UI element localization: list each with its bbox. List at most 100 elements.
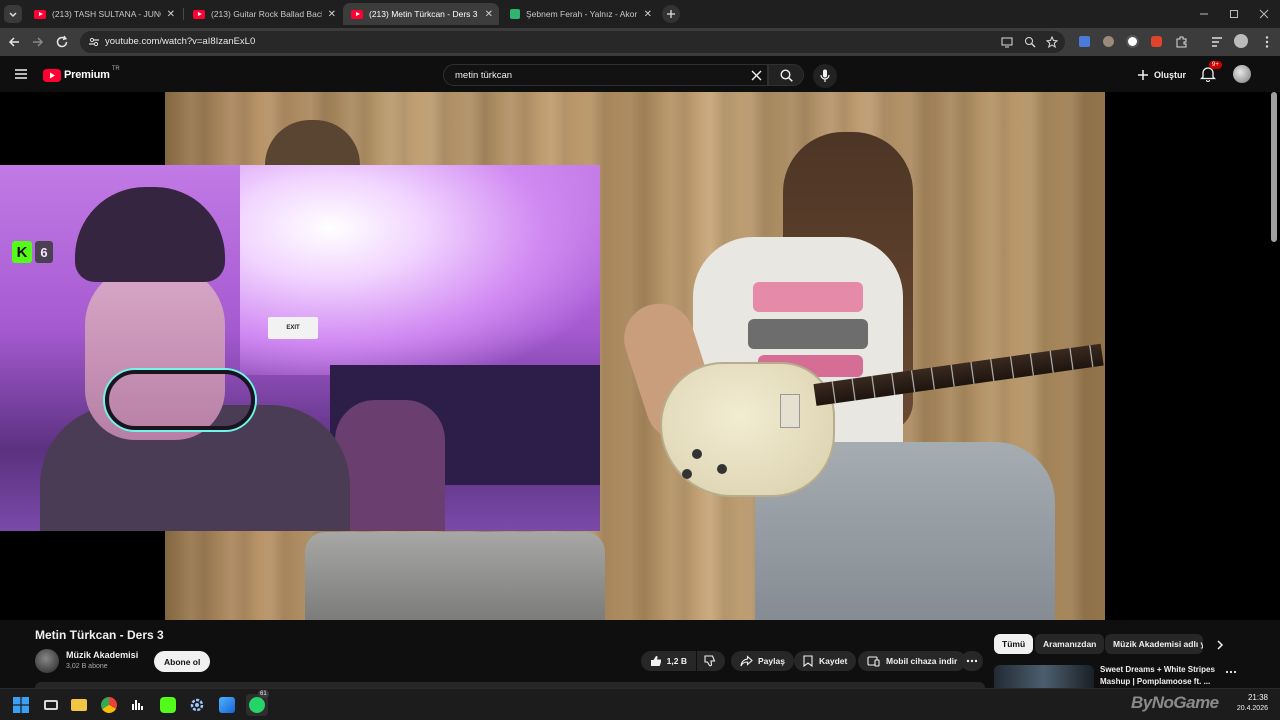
download-to-mobile-button[interactable]: Mobil cihaza indir — [858, 651, 967, 671]
guitar-knob — [692, 449, 702, 459]
webcam-light — [240, 165, 600, 375]
windows-taskbar: 61 ByNoGame 21:38 20.4.2026 — [0, 688, 1280, 720]
exit-sign: EXIT — [268, 317, 318, 339]
region-code: TR — [111, 66, 120, 72]
tab-title: (213) Guitar Rock Ballad Backing — [211, 9, 322, 19]
recommendation-title[interactable]: Sweet Dreams + White Stripes — [1100, 665, 1215, 674]
extension-red-icon[interactable] — [1149, 34, 1165, 50]
account-avatar[interactable] — [1233, 65, 1251, 83]
tab-guitar-backing[interactable]: (213) Guitar Rock Ballad Backing ✕ — [185, 3, 342, 25]
tab-search-button[interactable] — [4, 5, 22, 23]
page-scrollbar[interactable] — [1271, 92, 1277, 242]
tab-sebnem-ferah[interactable]: Şebnem Ferah - Yalnız - Akor (K ✕ — [502, 3, 658, 25]
microphone-icon — [820, 69, 830, 82]
back-icon[interactable] — [7, 35, 21, 49]
extension-icon[interactable] — [1101, 34, 1117, 50]
site-info-icon[interactable] — [88, 36, 100, 48]
cast-icon[interactable] — [1001, 36, 1013, 48]
chrome-icon[interactable] — [98, 694, 120, 716]
voice-search-button[interactable] — [813, 64, 837, 88]
guitar-knob — [717, 464, 727, 474]
more-horizontal-icon — [966, 659, 978, 663]
clock-date[interactable]: 20.4.2026 — [1226, 705, 1268, 712]
zoom-icon[interactable] — [1024, 36, 1036, 48]
channel-name[interactable]: Müzik Akademisi — [66, 650, 138, 660]
tab-metin-turkcan[interactable]: (213) Metin Türkcan - Ders 3 - Y ✕ — [343, 3, 499, 25]
chip-all[interactable]: Tümü — [994, 634, 1034, 654]
browser-toolbar: youtube.com/watch?v=aI8IzanExL0 — [0, 28, 1280, 56]
channel-avatar[interactable] — [35, 649, 59, 673]
menu-icon[interactable] — [14, 68, 28, 80]
close-tab-icon[interactable]: ✕ — [485, 9, 493, 20]
reload-icon[interactable] — [55, 35, 69, 49]
youtube-masthead: Premium TR metin türkcan Oluştur 9+ — [0, 56, 1280, 92]
photos-app-icon[interactable] — [216, 694, 238, 716]
tab-tash-sultana[interactable]: (213) TASH SULTANA - JUNGLE ✕ — [26, 3, 181, 25]
close-icon — [1259, 9, 1269, 19]
like-button[interactable]: 1,2 B — [641, 651, 696, 671]
kick-app-icon[interactable] — [157, 694, 179, 716]
close-tab-icon[interactable]: ✕ — [167, 9, 175, 20]
subscribe-button[interactable]: Abone ol — [154, 651, 211, 672]
chevron-right-icon[interactable] — [1214, 639, 1226, 651]
close-tab-icon[interactable]: ✕ — [644, 9, 652, 20]
browser-tab-strip: (213) TASH SULTANA - JUNGLE ✕ (213) Guit… — [0, 0, 1280, 28]
subscriber-count: 3,02 B abone — [66, 663, 108, 670]
close-window-button[interactable] — [1250, 0, 1278, 28]
dislike-button[interactable] — [697, 651, 725, 671]
share-label: Paylaş — [758, 656, 785, 666]
address-bar[interactable]: youtube.com/watch?v=aI8IzanExL0 — [80, 31, 1065, 53]
create-button[interactable]: Oluştur — [1131, 64, 1192, 86]
browser-menu-icon[interactable] — [1260, 35, 1274, 49]
bookmark-icon — [803, 655, 813, 667]
file-explorer-icon[interactable] — [68, 694, 90, 716]
search-button[interactable] — [768, 64, 804, 86]
audio-app-icon[interactable] — [127, 694, 149, 716]
bookmark-star-icon[interactable] — [1046, 36, 1058, 48]
webcam-overlay: EXIT K 6 — [0, 165, 600, 531]
search-input[interactable]: metin türkcan — [455, 70, 512, 81]
settings-icon[interactable] — [186, 694, 208, 716]
youtube-logo-icon — [43, 68, 61, 82]
chevron-down-icon — [9, 12, 17, 18]
minimize-button[interactable] — [1190, 0, 1218, 28]
thumbs-up-icon — [651, 655, 661, 667]
search-box[interactable]: metin türkcan — [443, 64, 768, 86]
recommendation-title-line-2[interactable]: Mashup | Pomplamoose ft. ... — [1100, 677, 1210, 686]
extensions-puzzle-icon[interactable] — [1175, 35, 1189, 49]
more-horizontal-icon[interactable] — [1225, 667, 1237, 677]
chip-from-search[interactable]: Aramanızdan — [1035, 634, 1105, 654]
notifications-button[interactable]: 9+ — [1200, 61, 1222, 84]
webcam-person-hair — [75, 187, 225, 282]
more-actions-button[interactable] — [961, 651, 983, 671]
new-tab-button[interactable] — [662, 5, 680, 23]
windows-start-icon[interactable] — [13, 697, 29, 713]
share-button[interactable]: Paylaş — [731, 651, 794, 671]
translate-extension-icon[interactable] — [1077, 34, 1093, 50]
whatsapp-badge: 61 — [258, 690, 269, 698]
save-button[interactable]: Kaydet — [794, 651, 857, 671]
whatsapp-icon[interactable]: 61 — [246, 690, 269, 716]
kick-viewer-count: 6 — [35, 241, 53, 263]
webcam-chair — [335, 400, 445, 531]
restore-button[interactable] — [1220, 0, 1248, 28]
equalizer-icon — [132, 700, 143, 710]
guitar-knob — [682, 469, 692, 479]
like-count: 1,2 B — [666, 656, 687, 666]
extension-circle-icon[interactable] — [1125, 34, 1141, 50]
forward-icon[interactable] — [31, 35, 45, 49]
close-tab-icon[interactable]: ✕ — [328, 9, 336, 20]
clear-search-icon[interactable] — [751, 70, 762, 81]
profile-avatar[interactable] — [1234, 34, 1248, 48]
chip-channel[interactable]: Müzik Akademisi adlı yü — [1105, 634, 1203, 654]
youtube-logo[interactable]: Premium TR — [43, 66, 120, 83]
video-player-area[interactable]: EXIT K 6 — [0, 92, 1280, 620]
task-view-icon[interactable] — [40, 694, 62, 716]
shirt-print-pink — [753, 282, 863, 312]
clock-time[interactable]: 21:38 — [1236, 693, 1268, 702]
reading-list-icon[interactable] — [1210, 35, 1224, 49]
youtube-favicon — [193, 9, 205, 19]
recommendation-thumbnail[interactable] — [994, 665, 1094, 688]
shirt-print-grey — [748, 319, 868, 349]
youtube-favicon — [34, 9, 46, 19]
